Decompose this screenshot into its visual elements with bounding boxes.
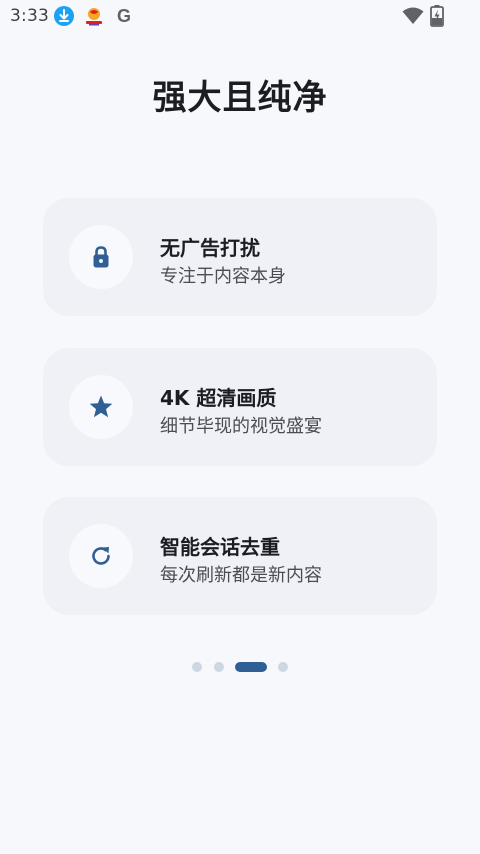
google-letter: G	[117, 6, 131, 26]
download-icon	[54, 6, 74, 26]
feature-description: 细节毕现的视觉盛宴	[160, 416, 322, 437]
wifi-icon	[402, 7, 424, 25]
status-time: 3:33	[10, 6, 49, 26]
feature-card-dedup: 智能会话去重 每次刷新都是新内容	[43, 497, 437, 615]
refresh-icon-container	[69, 524, 133, 588]
refresh-icon	[92, 547, 110, 565]
page-indicator	[0, 662, 480, 672]
app-notification-icon	[84, 6, 104, 26]
feature-description: 专注于内容本身	[160, 266, 286, 287]
page-dot[interactable]	[192, 662, 202, 672]
feature-title: 智能会话去重	[160, 535, 280, 559]
lock-icon-container	[69, 225, 133, 289]
star-icon-container	[69, 375, 133, 439]
feature-description: 每次刷新都是新内容	[160, 565, 322, 586]
feature-title: 4K 超清画质	[160, 386, 277, 410]
page-dot-active[interactable]	[235, 662, 267, 672]
status-bar: 3:33 G	[0, 0, 480, 32]
lock-icon	[93, 246, 109, 268]
page-dot[interactable]	[214, 662, 224, 672]
feature-card-no-ads: 无广告打扰 专注于内容本身	[43, 198, 437, 316]
battery-charging-icon	[430, 5, 444, 27]
feature-title: 无广告打扰	[160, 236, 260, 260]
feature-card-4k-quality: 4K 超清画质 细节毕现的视觉盛宴	[43, 348, 437, 466]
page-title: 强大且纯净	[152, 78, 328, 118]
google-icon: G	[114, 6, 134, 26]
star-icon	[89, 395, 113, 418]
page-dot[interactable]	[278, 662, 288, 672]
